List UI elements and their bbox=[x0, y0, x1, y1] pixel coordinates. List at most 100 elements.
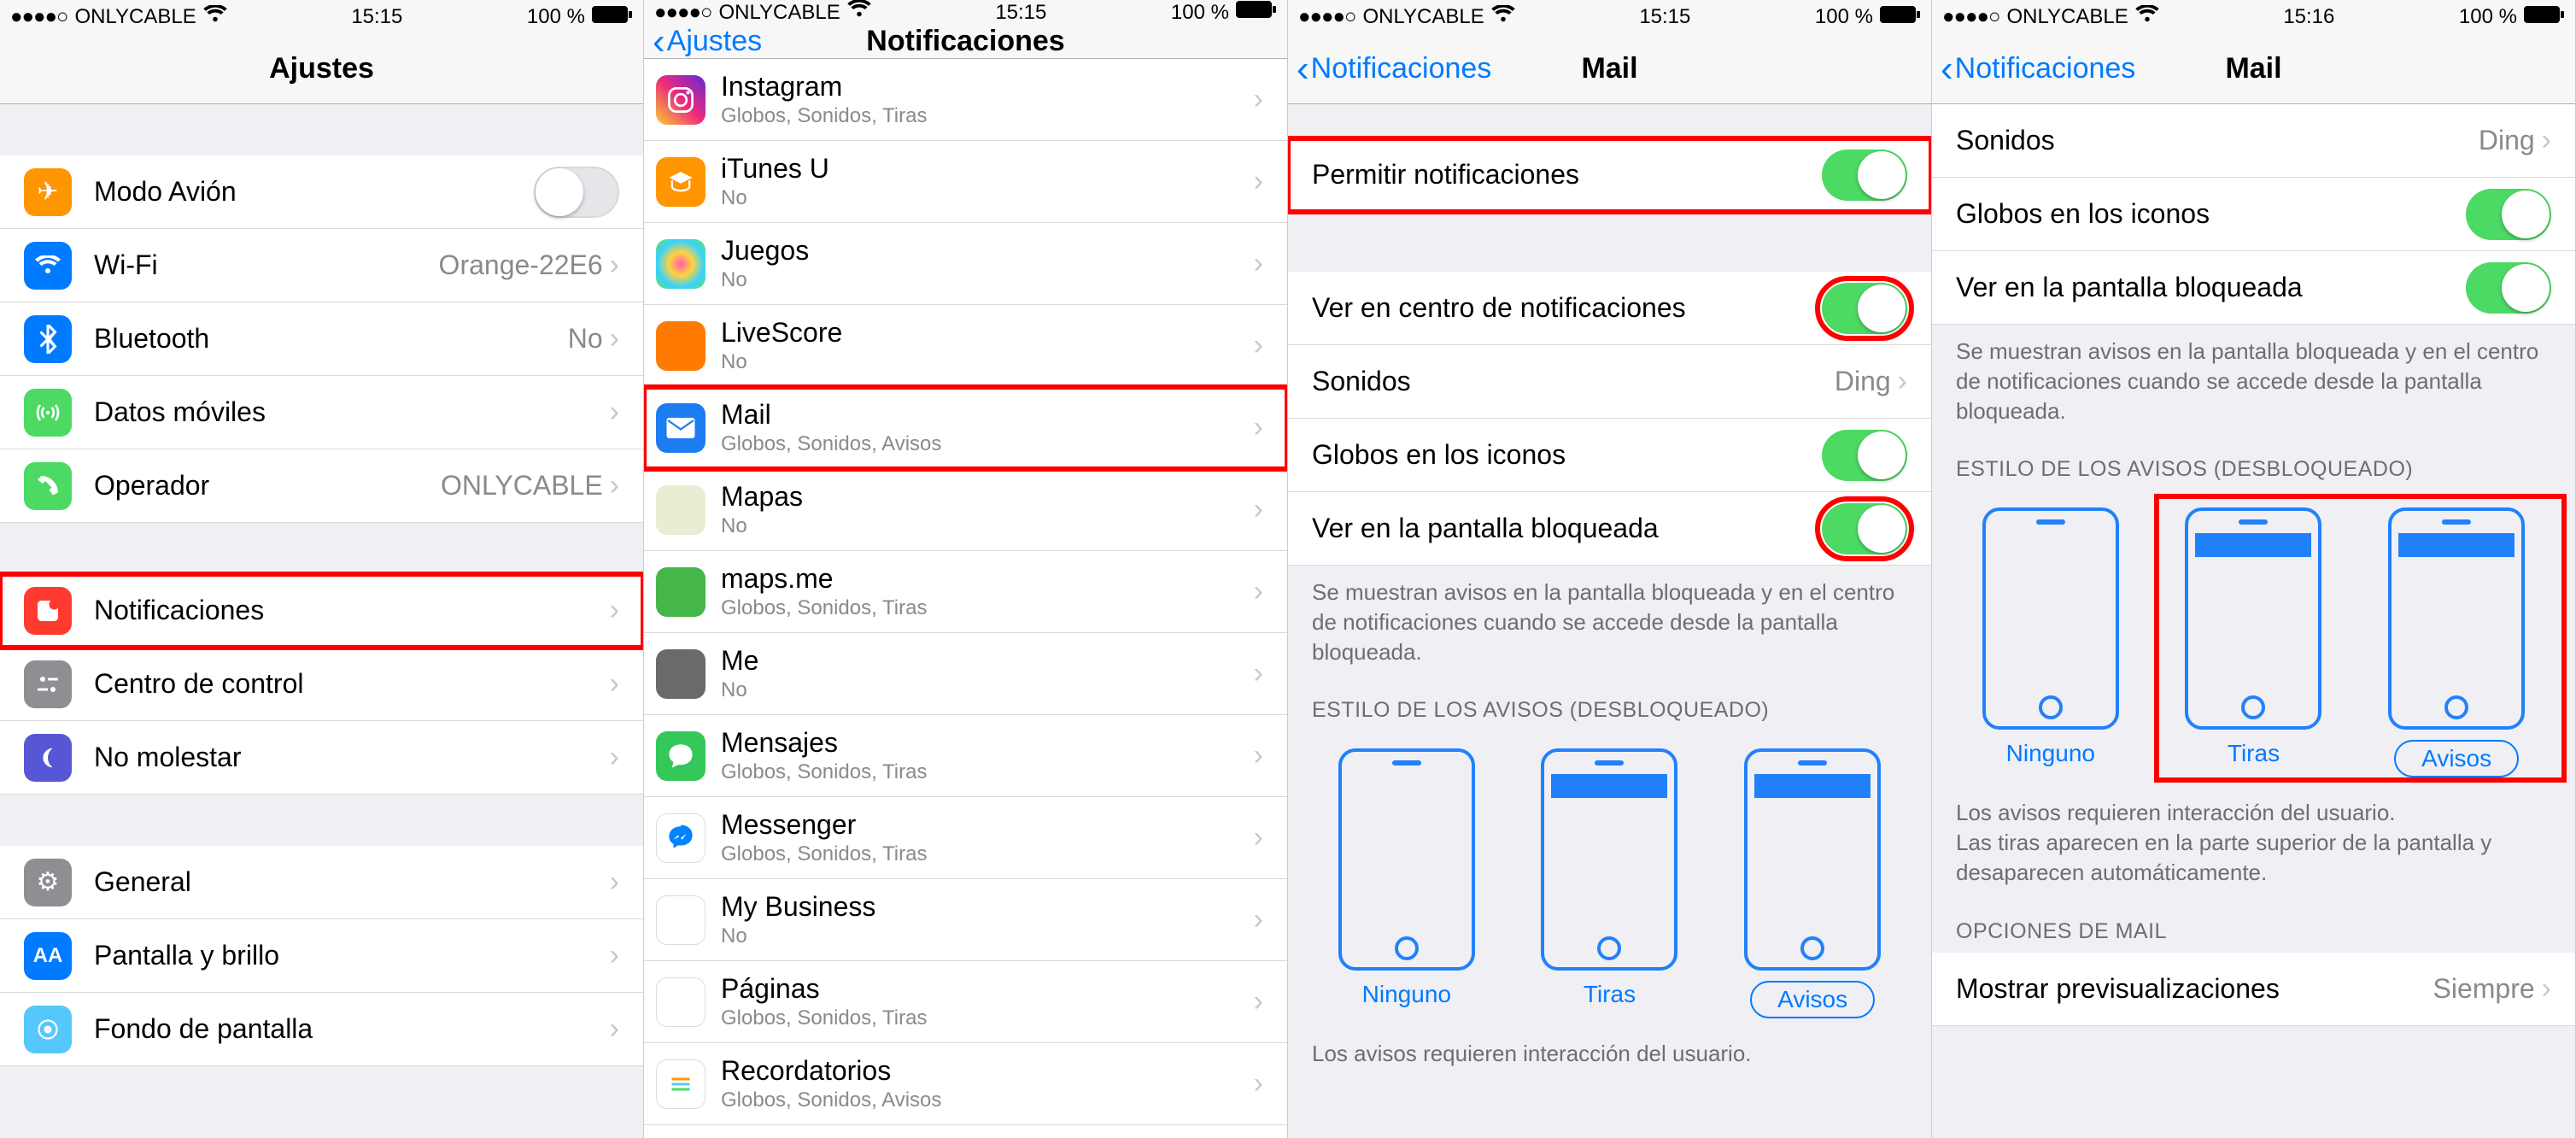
row-lockscreen[interactable]: Ver en la pantalla bloqueada bbox=[1932, 251, 2575, 325]
battery-icon bbox=[592, 5, 633, 30]
app-row-shazam[interactable]: Shazam› bbox=[644, 1125, 1287, 1138]
row-badges[interactable]: Globos en los iconos bbox=[1288, 419, 1931, 492]
airplane-toggle[interactable] bbox=[534, 167, 619, 218]
row-notif-center[interactable]: Ver en centro de notificaciones bbox=[1288, 272, 1931, 345]
chevron-right-icon: › bbox=[1254, 165, 1263, 198]
row-wifi[interactable]: Wi-Fi Orange-22E6 › bbox=[0, 229, 643, 302]
app-title: My Business bbox=[721, 891, 1254, 923]
row-value: ONLYCABLE bbox=[441, 470, 603, 502]
app-row-maps-me[interactable]: maps.meGlobos, Sonidos, Tiras› bbox=[644, 551, 1287, 633]
chevron-right-icon: › bbox=[1254, 821, 1263, 854]
navbar: ‹ Ajustes Notificaciones bbox=[644, 25, 1287, 59]
cellular-icon bbox=[24, 389, 72, 437]
app-subtitle: Globos, Sonidos, Tiras bbox=[721, 1006, 1254, 1030]
chevron-right-icon: › bbox=[610, 865, 619, 899]
phone-preview-icon bbox=[1982, 507, 2119, 730]
row-general[interactable]: ⚙︎ General › bbox=[0, 846, 643, 919]
row-sounds[interactable]: Sonidos Ding › bbox=[1932, 104, 2575, 178]
row-label: No molestar bbox=[94, 742, 610, 773]
app-title: Páginas bbox=[721, 973, 1254, 1005]
page-title: Mail bbox=[2225, 52, 2281, 85]
row-value: No bbox=[568, 323, 603, 355]
footer-note-2: Los avisos requieren interacción del usu… bbox=[1288, 1027, 1931, 1084]
app-row-recordatorios[interactable]: RecordatoriosGlobos, Sonidos, Avisos› bbox=[644, 1043, 1287, 1125]
back-button[interactable]: ‹ Notificaciones bbox=[1297, 52, 1491, 85]
footer-note-2: Los avisos requieren interacción del usu… bbox=[1932, 786, 2575, 903]
clock: 15:16 bbox=[2283, 5, 2334, 29]
gear-icon: ⚙︎ bbox=[24, 859, 72, 906]
battery-percent: 100 % bbox=[1815, 5, 1873, 29]
screen-mail-notif-2: ●●●●○ ONLYCABLE 15:16 100 % ‹ Notificaci… bbox=[1932, 0, 2576, 1138]
app-icon bbox=[656, 1059, 705, 1109]
row-allow-notifications[interactable]: Permitir notificaciones bbox=[1288, 138, 1931, 212]
row-preview[interactable]: Mostrar previsualizaciones Siempre › bbox=[1932, 953, 2575, 1026]
row-sounds[interactable]: Sonidos Ding › bbox=[1288, 345, 1931, 419]
row-wallpaper[interactable]: Fondo de pantalla › bbox=[0, 993, 643, 1066]
app-icon bbox=[656, 895, 705, 945]
row-label: Datos móviles bbox=[94, 396, 610, 428]
lockscreen-toggle[interactable] bbox=[1822, 503, 1907, 554]
row-cellular[interactable]: Datos móviles › bbox=[0, 376, 643, 449]
app-row-mensajes[interactable]: MensajesGlobos, Sonidos, Tiras› bbox=[644, 715, 1287, 797]
row-lockscreen[interactable]: Ver en la pantalla bloqueada bbox=[1288, 492, 1931, 566]
chevron-right-icon: › bbox=[610, 741, 619, 774]
app-row-mapas[interactable]: MapasNo› bbox=[644, 469, 1287, 551]
app-row-instagram[interactable]: InstagramGlobos, Sonidos, Tiras› bbox=[644, 59, 1287, 141]
row-badges[interactable]: Globos en los iconos bbox=[1932, 178, 2575, 251]
phone-icon bbox=[24, 462, 72, 510]
chevron-right-icon: › bbox=[610, 1012, 619, 1046]
chevron-right-icon: › bbox=[1254, 329, 1263, 362]
row-label: General bbox=[94, 866, 610, 898]
app-subtitle: Globos, Sonidos, Avisos bbox=[721, 432, 1254, 456]
style-label: Tiras bbox=[1584, 981, 1636, 1008]
app-row-me[interactable]: MeNo› bbox=[644, 633, 1287, 715]
app-row-itunes-u[interactable]: iTunes UNo› bbox=[644, 141, 1287, 223]
app-row-p-ginas[interactable]: PáginasGlobos, Sonidos, Tiras› bbox=[644, 961, 1287, 1043]
row-bluetooth[interactable]: Bluetooth No › bbox=[0, 302, 643, 376]
back-button[interactable]: ‹ Notificaciones bbox=[1941, 52, 2135, 85]
app-row-messenger[interactable]: MessengerGlobos, Sonidos, Tiras› bbox=[644, 797, 1287, 879]
badges-toggle[interactable] bbox=[1822, 430, 1907, 481]
airplane-icon: ✈︎ bbox=[24, 168, 72, 216]
screen-notifications-list: ●●●●○ ONLYCABLE 15:15 100 % ‹ Ajustes No… bbox=[644, 0, 1288, 1138]
phone-preview-icon bbox=[1338, 748, 1475, 971]
badges-toggle[interactable] bbox=[2466, 189, 2551, 240]
row-dnd[interactable]: No molestar › bbox=[0, 721, 643, 795]
row-carrier[interactable]: Operador ONLYCABLE › bbox=[0, 449, 643, 523]
app-subtitle: No bbox=[721, 924, 1254, 948]
row-label: Permitir notificaciones bbox=[1312, 159, 1822, 191]
app-subtitle: No bbox=[721, 350, 1254, 374]
chevron-right-icon: › bbox=[610, 249, 619, 282]
row-notifications[interactable]: Notificaciones › bbox=[0, 574, 643, 648]
style-alerts[interactable]: Avisos bbox=[1744, 748, 1881, 1018]
notif-center-toggle[interactable] bbox=[1822, 283, 1907, 334]
row-label: Mostrar previsualizaciones bbox=[1956, 973, 2433, 1005]
style-banners[interactable]: Tiras bbox=[1541, 748, 1677, 1018]
section-header-style: ESTILO DE LOS AVISOS (DESBLOQUEADO) bbox=[1932, 442, 2575, 490]
wifi-icon bbox=[2135, 5, 2159, 30]
row-display[interactable]: AA Pantalla y brillo › bbox=[0, 919, 643, 993]
chevron-right-icon: › bbox=[1254, 247, 1263, 280]
style-none[interactable]: Ninguno bbox=[1338, 748, 1475, 1018]
app-row-livescore[interactable]: LiveScoreNo› bbox=[644, 305, 1287, 387]
status-bar: ●●●●○ ONLYCABLE 15:15 100 % bbox=[0, 0, 643, 34]
bluetooth-icon bbox=[24, 315, 72, 363]
row-airplane-mode[interactable]: ✈︎ Modo Avión bbox=[0, 155, 643, 229]
app-icon bbox=[656, 239, 705, 289]
phone-preview-icon bbox=[1541, 748, 1677, 971]
app-row-mail[interactable]: MailGlobos, Sonidos, Avisos› bbox=[644, 387, 1287, 469]
carrier-label: ONLYCABLE bbox=[74, 5, 196, 29]
row-control-center[interactable]: Centro de control › bbox=[0, 648, 643, 721]
allow-toggle[interactable] bbox=[1822, 150, 1907, 201]
chevron-right-icon: › bbox=[1254, 739, 1263, 772]
app-icon bbox=[656, 649, 705, 699]
app-title: LiveScore bbox=[721, 317, 1254, 349]
app-row-juegos[interactable]: JuegosNo› bbox=[644, 223, 1287, 305]
lockscreen-toggle[interactable] bbox=[2466, 262, 2551, 314]
style-none[interactable]: Ninguno bbox=[1982, 507, 2119, 777]
app-row-my-business[interactable]: My BusinessNo› bbox=[644, 879, 1287, 961]
battery-percent: 100 % bbox=[2459, 5, 2517, 29]
app-icon bbox=[656, 813, 705, 863]
back-button[interactable]: ‹ Ajustes bbox=[653, 25, 762, 58]
chevron-right-icon: › bbox=[1254, 575, 1263, 608]
